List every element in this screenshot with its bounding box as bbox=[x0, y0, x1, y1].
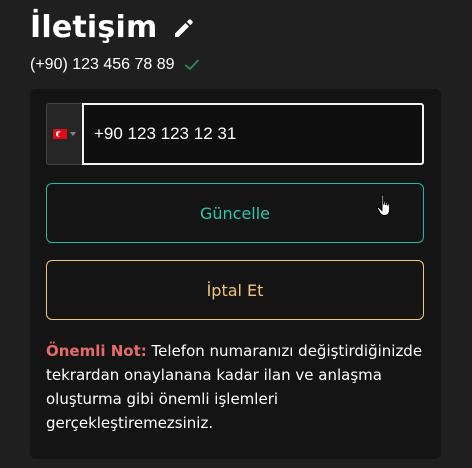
pencil-icon[interactable] bbox=[171, 15, 197, 41]
hand-pointer-icon bbox=[376, 194, 391, 216]
update-button[interactable]: Güncelle bbox=[46, 183, 424, 243]
current-phone-row: (+90) 123 456 78 89 bbox=[30, 56, 200, 74]
turkey-flag-icon bbox=[53, 129, 67, 139]
check-icon bbox=[184, 57, 200, 73]
update-button-label: Güncelle bbox=[199, 203, 271, 223]
important-note: Önemli Not: Telefon numaranızı değiştird… bbox=[46, 339, 426, 435]
page-title: İletişim bbox=[30, 10, 158, 45]
title-row: İletişim bbox=[30, 10, 197, 45]
phone-input[interactable] bbox=[82, 103, 424, 165]
page: İletişim (+90) 123 456 78 89 Güncelle bbox=[0, 0, 472, 468]
edit-phone-panel: Güncelle İptal Et Önemli Not: Telefon nu… bbox=[30, 89, 441, 459]
phone-input-group bbox=[46, 103, 424, 165]
cancel-button-label: İptal Et bbox=[206, 280, 264, 300]
current-phone-number: (+90) 123 456 78 89 bbox=[30, 56, 175, 73]
country-code-dropdown[interactable] bbox=[46, 103, 82, 165]
note-label: Önemli Not: bbox=[46, 342, 147, 360]
chevron-down-icon bbox=[70, 132, 76, 136]
cancel-button[interactable]: İptal Et bbox=[46, 260, 424, 320]
